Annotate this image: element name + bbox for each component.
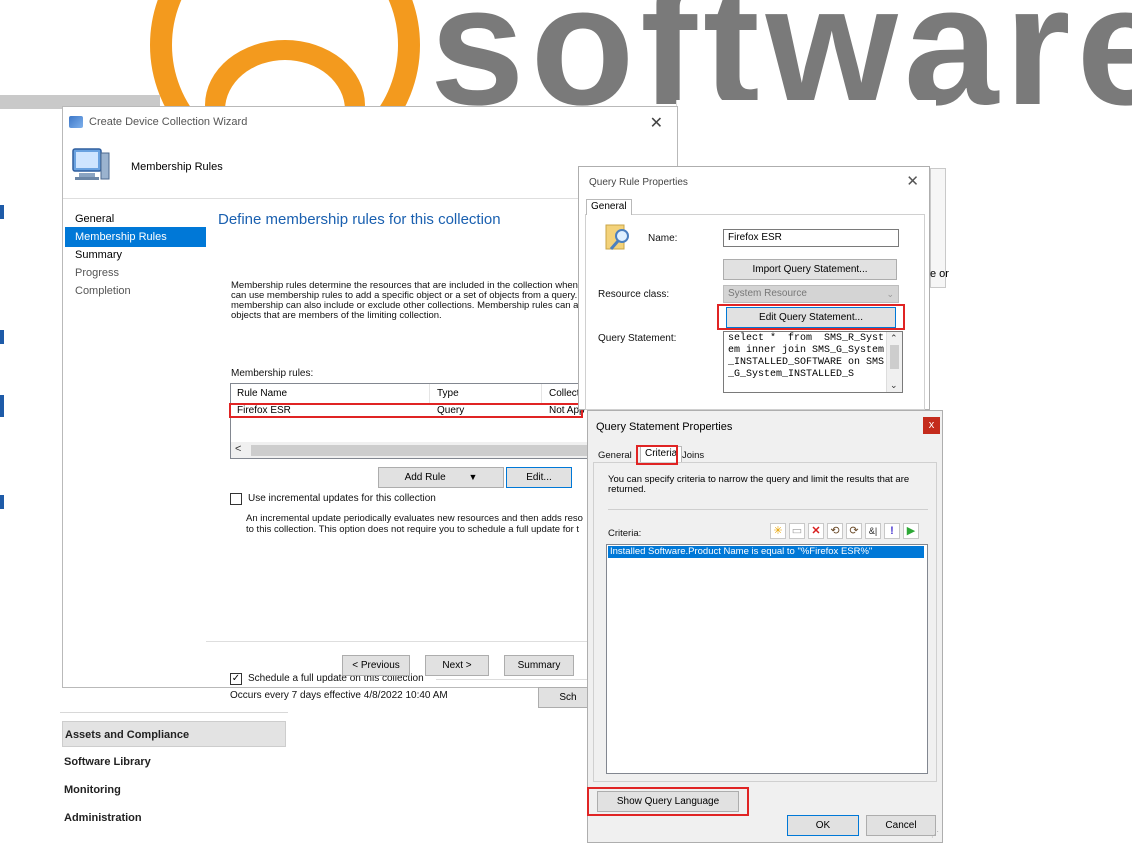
criteria-tab-body: You can specify criteria to narrow the q… [593,462,937,782]
cancel-button[interactable]: Cancel [866,815,936,836]
left-edge-marker [0,395,4,417]
nav-item-software-library[interactable]: Software Library [62,749,286,775]
incremental-label: Use incremental updates for this collect… [248,493,436,504]
tab-joins[interactable]: Joins [682,450,704,461]
left-edge-marker [0,330,4,344]
query-statement-title: Query Statement Properties [596,421,733,433]
nav-item-monitoring[interactable]: Monitoring [62,777,286,803]
query-rule-tab-body: Name: Firefox ESR Import Query Statement… [585,214,925,410]
name-label: Name: [648,233,678,244]
chevron-down-icon: ▼ [468,472,478,482]
left-edge-marker [0,205,4,219]
summary-button[interactable]: Summary [504,655,574,676]
resource-class-select[interactable]: System Resource ⌄ [723,285,899,303]
properties-icon[interactable]: ▭ [789,523,805,539]
previous-button[interactable]: < Previous [342,655,410,676]
column-rule-name[interactable]: Rule Name [237,388,287,399]
schedule-checkbox[interactable]: ✓ [230,673,242,685]
ok-button[interactable]: OK [787,815,859,836]
scroll-left-icon[interactable]: < [235,443,241,455]
wizard-step-completion: Completion [75,285,131,297]
console-nav: Assets and Compliance Software Library M… [60,712,288,843]
wizard-titlebar: Create Device Collection Wizard ✕ [63,107,677,137]
query-rule-title: Query Rule Properties [589,177,688,188]
resize-grip-icon[interactable]: ⋰ [931,830,939,839]
column-separator [541,384,542,404]
run-icon[interactable]: ▶ [903,523,919,539]
resource-class-label: Resource class: [598,289,670,300]
nav-item-assets[interactable]: Assets and Compliance [62,721,286,747]
wizard-step-membership-rules[interactable]: Membership Rules [65,227,206,247]
edit-query-highlight [717,304,905,330]
wizard-header-title: Membership Rules [131,161,223,173]
close-icon[interactable]: x [923,417,940,434]
schedule-description: Occurs every 7 days effective 4/8/2022 1… [230,690,448,701]
query-rule-dialog: Query Rule Properties ✕ General Name: Fi… [578,166,930,410]
criteria-divider [608,509,928,510]
query-rule-close-icon[interactable]: ✕ [906,172,919,190]
query-statement-text: select * from SMS_R_System inner join SM… [728,333,885,380]
query-statement-box[interactable]: select * from SMS_R_System inner join SM… [723,331,903,393]
wizard-step-progress: Progress [75,267,120,279]
ungroup-icon[interactable]: ⟳ [846,523,862,539]
new-criterion-icon[interactable]: ✳ [770,523,786,539]
criteria-item[interactable]: Installed Software.Product Name is equal… [608,546,924,558]
criteria-list[interactable]: Installed Software.Product Name is equal… [606,544,928,774]
chevron-down-icon: ⌄ [886,289,894,299]
tab-general[interactable]: General [586,199,632,215]
next-button[interactable]: Next > [425,655,489,676]
scroll-thumb[interactable] [890,345,899,369]
wizard-steps: General Membership Rules Summary Progres… [63,199,206,689]
incremental-checkbox[interactable] [230,493,242,505]
column-separator [429,384,430,404]
console-edge-text: e or [930,268,949,280]
query-statement-label: Query Statement: [598,333,677,344]
and-or-icon[interactable]: &| [865,523,881,539]
criteria-tab-highlight [636,445,678,465]
query-icon [605,224,629,250]
group-icon[interactable]: ⟲ [827,523,843,539]
computer-icon [72,148,110,180]
nav-item-administration[interactable]: Administration [62,805,286,831]
wizard-app-icon [69,116,83,128]
delete-icon[interactable]: ✕ [808,523,824,539]
wizard-title: Create Device Collection Wizard [89,116,248,128]
resource-class-value: System Resource [728,288,807,299]
add-rule-button[interactable]: Add Rule ▼ [378,467,504,488]
rule-row-highlight [229,403,583,418]
wizard-close-icon[interactable]: ✕ [650,113,663,133]
rules-label: Membership rules: [231,368,314,379]
add-rule-label: Add Rule [404,472,446,483]
not-icon[interactable]: ! [884,523,900,539]
left-edge-marker [0,495,4,509]
column-collection[interactable]: Collecti [549,388,582,399]
scroll-up-icon[interactable]: ⌃ [890,333,898,344]
query-statement-dialog: Query Statement Properties x General Cri… [587,410,943,843]
tab-general[interactable]: General [598,450,632,461]
name-field[interactable]: Firefox ESR [723,229,899,247]
show-query-language-highlight [587,787,749,816]
page-heading: Define membership rules for this collect… [218,211,501,228]
scroll-down-icon[interactable]: ⌄ [890,380,898,391]
criteria-toolbar: ✳ ▭ ✕ ⟲ ⟳ &| ! ▶ [770,523,930,541]
criteria-description: You can specify criteria to narrow the q… [608,474,910,495]
wizard-step-summary[interactable]: Summary [65,245,206,265]
wizard-step-general[interactable]: General [65,209,206,229]
column-type[interactable]: Type [437,388,459,399]
edit-rule-button[interactable]: Edit... [506,467,572,488]
import-query-button[interactable]: Import Query Statement... [723,259,897,280]
criteria-label: Criteria: [608,528,642,539]
vertical-scrollbar[interactable]: ⌃ ⌄ [886,332,902,392]
